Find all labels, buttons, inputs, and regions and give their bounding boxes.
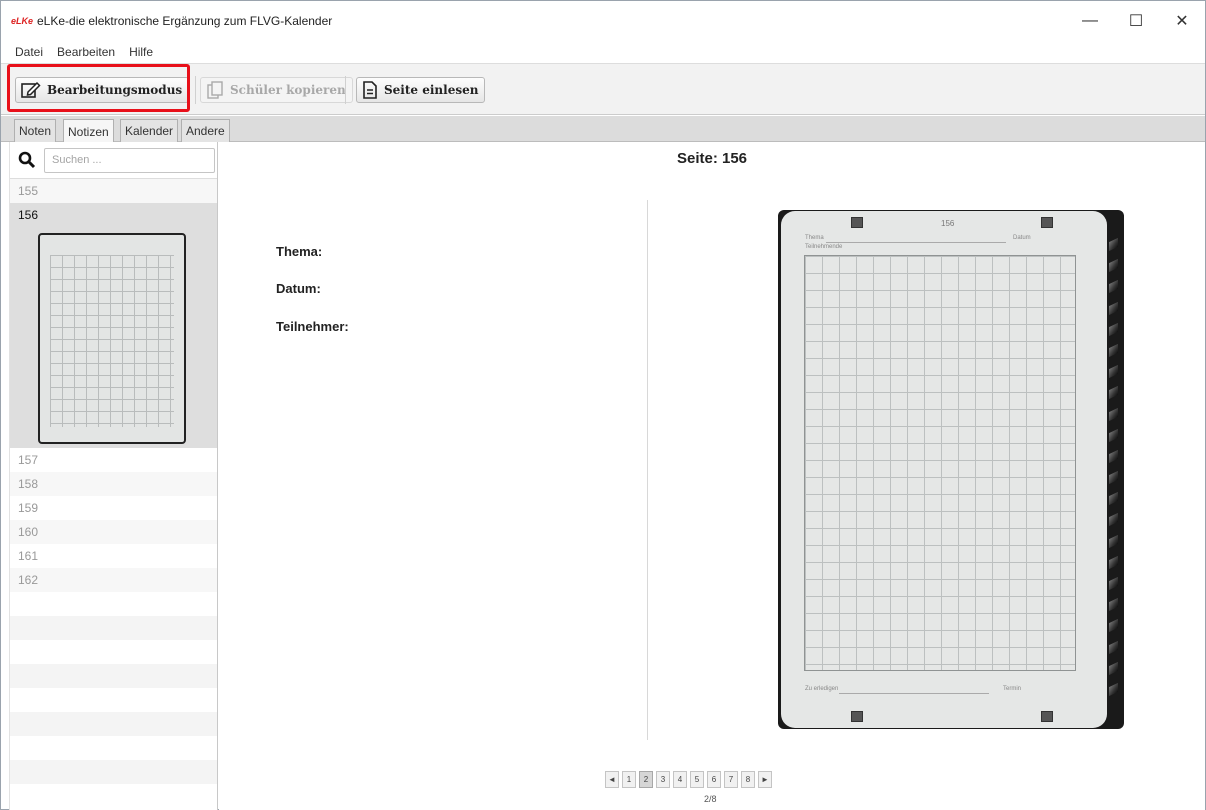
tab-notizen[interactable]: Notizen — [63, 119, 114, 143]
participants-label: Teilnehmer: — [276, 319, 349, 334]
close-button[interactable]: ✕ — [1159, 1, 1205, 41]
tab-kalender[interactable]: Kalender — [120, 119, 179, 142]
empty-row — [10, 736, 217, 760]
list-item[interactable]: 158 — [10, 472, 217, 496]
document-icon — [363, 81, 377, 99]
list-item[interactable]: 161 — [10, 544, 217, 568]
window-title: eLKe-die elektronische Ergänzung zum FLV… — [37, 14, 333, 28]
menu-edit[interactable]: Bearbeiten — [57, 45, 115, 59]
empty-row — [10, 664, 217, 688]
pagination-page[interactable]: 8 — [741, 771, 755, 788]
pagination: ◄ 1 2 3 4 5 6 7 8 ► — [605, 771, 775, 788]
list-item-label: 156 — [18, 208, 39, 222]
scan-paper: 156 Thema Datum Teilnehmende Zu erledige… — [781, 211, 1107, 728]
scan-marker — [1041, 217, 1053, 228]
empty-row — [10, 640, 217, 664]
topic-label: Thema: — [276, 244, 323, 259]
toolbar-separator — [195, 76, 196, 104]
search-icon[interactable] — [18, 151, 36, 169]
app-logo-icon: eLKe — [11, 16, 34, 26]
app-window: eLKe eLKe-die elektronische Ergänzung zu… — [0, 0, 1206, 810]
page-thumbnail — [38, 233, 186, 444]
title-bar: eLKe eLKe-die elektronische Ergänzung zu… — [1, 1, 1205, 41]
sidebar: 155 156 157 158 159 160 161 162 — [9, 142, 218, 810]
list-item[interactable]: 160 — [10, 520, 217, 544]
pagination-page[interactable]: 4 — [673, 771, 687, 788]
maximize-button[interactable]: ☐ — [1113, 1, 1159, 41]
search-row — [10, 142, 217, 178]
empty-row — [10, 760, 217, 784]
list-item[interactable]: 157 — [10, 448, 217, 472]
scan-marker — [1041, 711, 1053, 722]
date-label: Datum: — [276, 281, 321, 296]
scan-marker — [851, 711, 863, 722]
menu-help[interactable]: Hilfe — [129, 45, 153, 59]
scan-topic-text: Thema — [805, 235, 824, 241]
copy-icon — [207, 81, 223, 99]
pagination-page[interactable]: 3 — [656, 771, 670, 788]
scan-marker — [851, 217, 863, 228]
highlight-box — [7, 64, 190, 112]
tab-andere[interactable]: Andere — [181, 119, 230, 142]
spiral-binding — [1109, 237, 1119, 705]
pagination-page[interactable]: 6 — [707, 771, 721, 788]
scanned-page-image: 156 Thema Datum Teilnehmende Zu erledige… — [778, 210, 1124, 729]
window-controls: — ☐ ✕ — [1067, 1, 1205, 41]
list-item[interactable]: 162 — [10, 568, 217, 592]
pagination-prev-button[interactable]: ◄ — [605, 771, 619, 788]
pagination-page[interactable]: 7 — [724, 771, 738, 788]
copy-students-button[interactable]: Schüler kopieren — [200, 77, 353, 103]
toolbar-separator — [345, 76, 346, 104]
scan-date-text: Datum — [1013, 235, 1031, 241]
scan-footer-right: Termin — [1003, 686, 1022, 692]
scan-footer-left: Zu erledigen — [805, 686, 839, 692]
pagination-page-current[interactable]: 2 — [639, 771, 653, 788]
search-input[interactable] — [44, 147, 215, 173]
pagination-page[interactable]: 1 — [622, 771, 636, 788]
scan-footer-line — [839, 693, 989, 694]
list-item-selected[interactable]: 156 — [10, 203, 217, 448]
tab-noten[interactable]: Noten — [14, 119, 57, 142]
pagination-page[interactable]: 5 — [690, 771, 704, 788]
scan-topic-line — [826, 242, 1006, 243]
copy-students-label: Schüler kopieren — [230, 83, 346, 97]
main-panel: Seite: 156 Thema: Datum: Teilnehmer: 156… — [219, 142, 1205, 810]
empty-row — [10, 712, 217, 736]
read-page-button[interactable]: Seite einlesen — [356, 77, 486, 103]
list-item[interactable]: 155 — [10, 179, 217, 203]
page-title: Seite: 156 — [676, 150, 748, 167]
menu-bar: Datei Bearbeiten Hilfe — [1, 41, 1205, 63]
pagination-next-button[interactable]: ► — [758, 771, 772, 788]
empty-row — [10, 592, 217, 616]
scan-grid — [804, 255, 1076, 671]
list-item[interactable]: 159 — [10, 496, 217, 520]
scan-participants-text: Teilnehmende — [805, 244, 843, 250]
thumbnail-grid — [50, 255, 174, 427]
empty-row — [10, 688, 217, 712]
tab-bar: Noten Notizen Kalender Andere — [1, 116, 1205, 143]
page-list: 155 156 157 158 159 160 161 162 — [10, 178, 217, 784]
page-count: 2/8 — [704, 794, 717, 804]
scan-page-number: 156 — [941, 219, 955, 228]
menu-file[interactable]: Datei — [15, 45, 43, 59]
read-page-label: Seite einlesen — [384, 83, 479, 97]
empty-row — [10, 616, 217, 640]
minimize-button[interactable]: — — [1067, 1, 1113, 41]
panel-divider — [647, 200, 648, 740]
